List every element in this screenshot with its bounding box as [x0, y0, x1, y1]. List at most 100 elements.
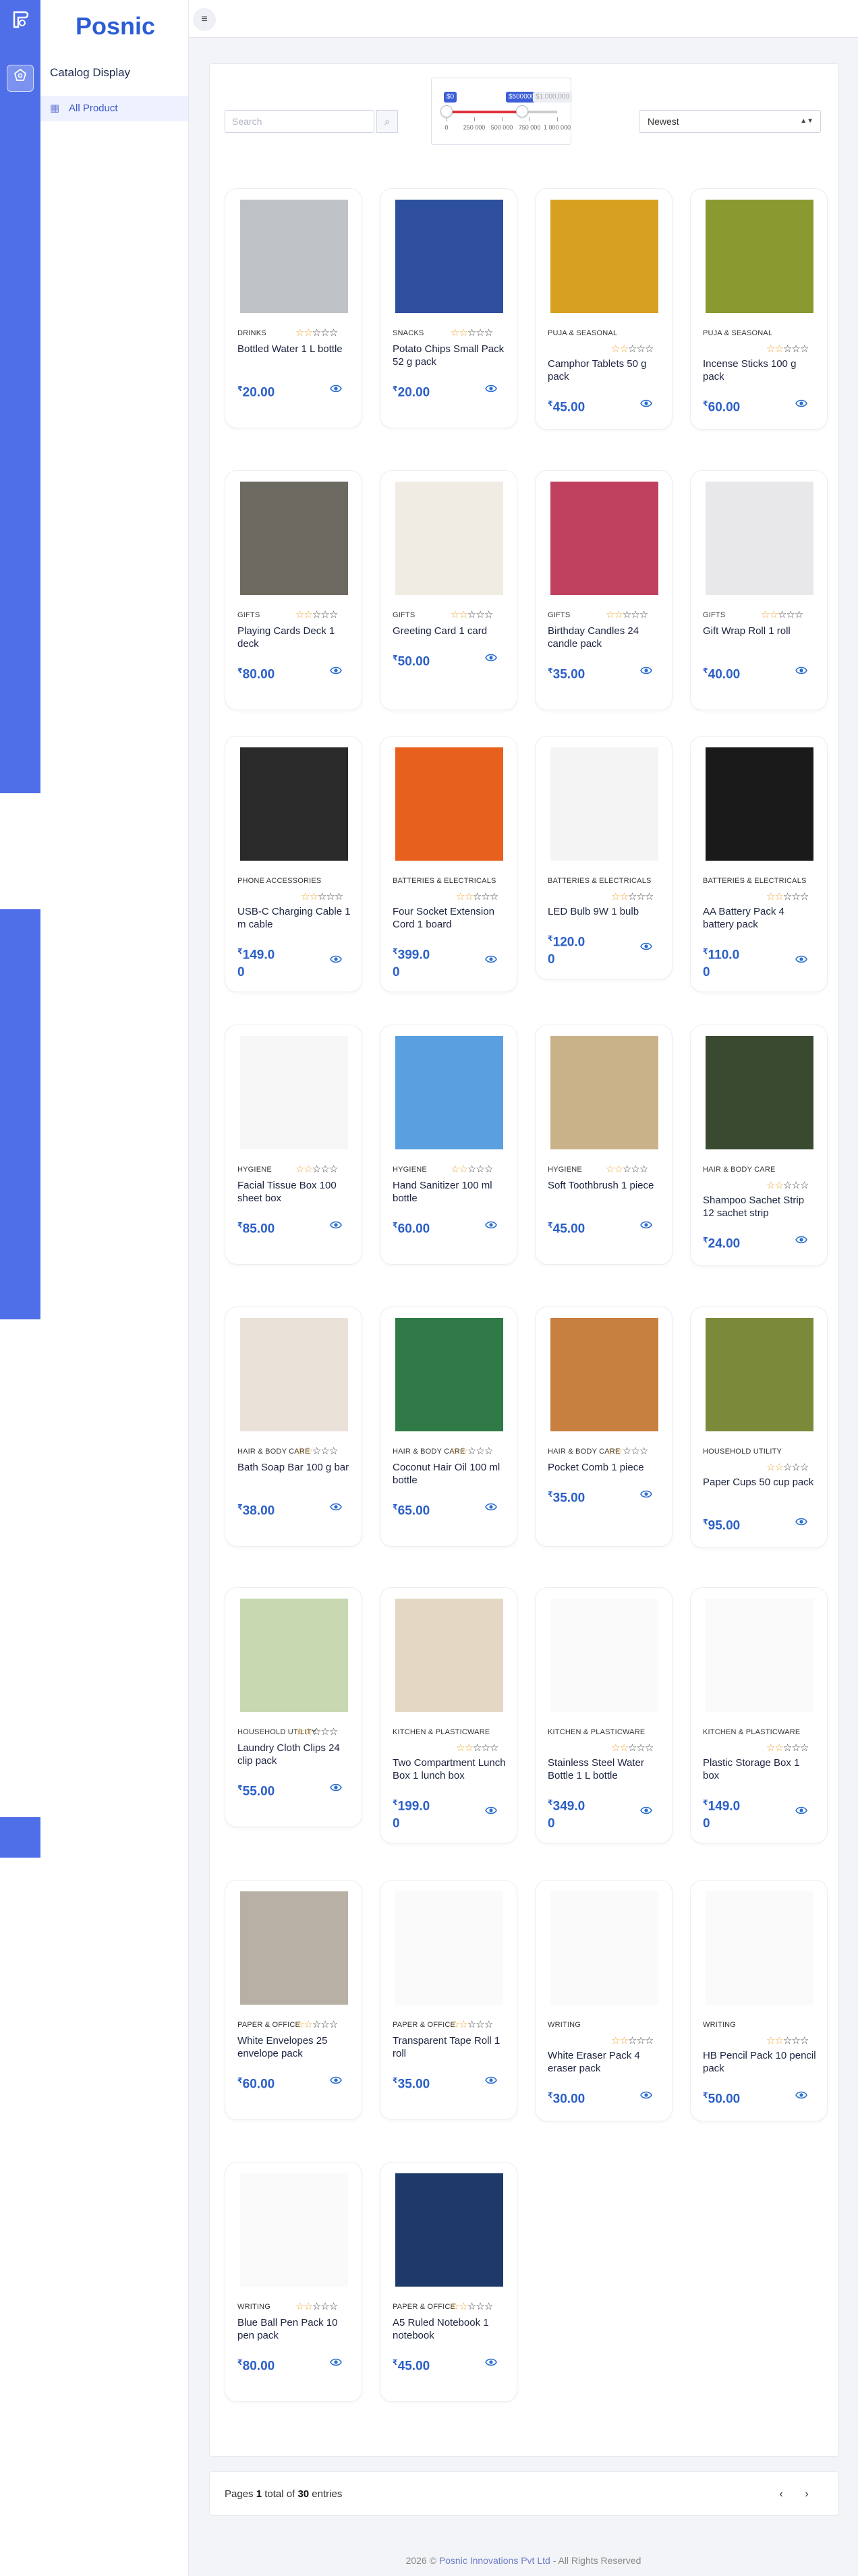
product-name[interactable]: Plastic Storage Box 1 box [703, 1756, 818, 1782]
view-eye-icon[interactable] [329, 954, 343, 967]
product-name[interactable]: Camphor Tablets 50 g pack [548, 357, 662, 383]
product-card[interactable]: WRITING ☆☆☆☆☆ White Eraser Pack 4 eraser p… [535, 1880, 673, 2121]
range-min-handle[interactable] [440, 105, 453, 117]
product-card[interactable]: GIFTS ☆☆☆☆☆ Greeting Card 1 card ₹50.00 [380, 470, 517, 710]
product-name[interactable]: Bath Soap Bar 100 g bar [237, 1461, 352, 1474]
footer-company-link[interactable]: Posnic Innovations Pvt Ltd [439, 2555, 550, 2566]
view-eye-icon[interactable] [795, 954, 808, 967]
view-eye-icon[interactable] [484, 1805, 498, 1819]
sidebar-item-all-product[interactable]: ▦ All Product [40, 96, 188, 121]
product-image[interactable] [240, 1599, 348, 1712]
search-icon[interactable]: ⌕ [376, 110, 398, 133]
product-image[interactable] [240, 747, 348, 861]
product-card[interactable]: KITCHEN & PLASTICWARE ☆☆☆☆☆ Two Compartmen… [380, 1587, 517, 1843]
product-name[interactable]: Playing Cards Deck 1 deck [237, 625, 352, 650]
product-name[interactable]: Bottled Water 1 L bottle [237, 343, 352, 355]
view-eye-icon[interactable] [484, 383, 498, 397]
product-card[interactable]: PAPER & OFFICE ☆☆☆☆☆ White Envelopes 25 en… [225, 1880, 362, 2120]
product-image[interactable] [395, 200, 503, 313]
product-image[interactable] [706, 1599, 813, 1712]
product-card[interactable]: HAIR & BODY CARE ☆☆☆☆☆ Bath Soap Bar 100 g… [225, 1307, 362, 1547]
view-eye-icon[interactable] [639, 1805, 653, 1819]
product-image[interactable] [550, 1891, 658, 2005]
product-card[interactable]: HYGIENE ☆☆☆☆☆ Soft Toothbrush 1 piece ₹45.0… [535, 1025, 673, 1265]
product-card[interactable]: GIFTS ☆☆☆☆☆ Playing Cards Deck 1 deck ₹80.0… [225, 470, 362, 710]
product-card[interactable]: HAIR & BODY CARE ☆☆☆☆☆ Coconut Hair Oil 10… [380, 1307, 517, 1547]
view-eye-icon[interactable] [795, 1234, 808, 1248]
view-eye-icon[interactable] [329, 1782, 343, 1796]
product-name[interactable]: A5 Ruled Notebook 1 notebook [393, 2316, 507, 2342]
product-card[interactable]: GIFTS ☆☆☆☆☆ Gift Wrap Roll 1 roll ₹40.00 [690, 470, 828, 710]
product-image[interactable] [550, 482, 658, 595]
view-eye-icon[interactable] [329, 383, 343, 397]
view-eye-icon[interactable] [484, 652, 498, 666]
view-eye-icon[interactable] [639, 1220, 653, 1233]
view-eye-icon[interactable] [795, 1516, 808, 1530]
product-image[interactable] [395, 1318, 503, 1431]
product-image[interactable] [550, 747, 658, 861]
product-image[interactable] [550, 1036, 658, 1149]
product-name[interactable]: Stainless Steel Water Bottle 1 L bottle [548, 1756, 662, 1782]
product-image[interactable] [395, 482, 503, 595]
app-logo-icon[interactable] [7, 8, 34, 35]
product-card[interactable]: BATTERIES & ELECTRICALS ☆☆☆☆☆ Four Socket … [380, 736, 517, 992]
prev-page-icon[interactable]: ‹ [774, 2487, 789, 2502]
product-card[interactable]: HYGIENE ☆☆☆☆☆ Facial Tissue Box 100 sheet … [225, 1025, 362, 1265]
product-name[interactable]: Shampoo Sachet Strip 12 sachet strip [703, 1194, 818, 1220]
product-card[interactable]: BATTERIES & ELECTRICALS ☆☆☆☆☆ AA Battery P… [690, 736, 828, 992]
product-card[interactable]: WRITING ☆☆☆☆☆ Blue Ball Pen Pack 10 pen pa… [225, 2162, 362, 2402]
view-eye-icon[interactable] [484, 1501, 498, 1515]
view-eye-icon[interactable] [329, 665, 343, 679]
product-image[interactable] [240, 1036, 348, 1149]
product-image[interactable] [550, 1599, 658, 1712]
product-card[interactable]: DRINKS ☆☆☆☆☆ Bottled Water 1 L bottle ₹20.0… [225, 188, 362, 428]
product-name[interactable]: Birthday Candles 24 candle pack [548, 625, 662, 650]
product-image[interactable] [395, 1036, 503, 1149]
product-card[interactable]: HAIR & BODY CARE ☆☆☆☆☆ Shampoo Sachet Stri… [690, 1025, 828, 1266]
product-name[interactable]: Coconut Hair Oil 100 ml bottle [393, 1461, 507, 1487]
brand-title[interactable]: Posnic [76, 12, 155, 40]
product-name[interactable]: Laundry Cloth Clips 24 clip pack [237, 1742, 352, 1767]
view-eye-icon[interactable] [795, 2090, 808, 2103]
product-name[interactable]: AA Battery Pack 4 battery pack [703, 905, 818, 931]
product-image[interactable] [395, 747, 503, 861]
product-name[interactable]: Hand Sanitizer 100 ml bottle [393, 1179, 507, 1205]
view-eye-icon[interactable] [795, 665, 808, 679]
view-eye-icon[interactable] [329, 2357, 343, 2370]
product-image[interactable] [706, 1318, 813, 1431]
product-image[interactable] [240, 1891, 348, 2005]
product-name[interactable]: Transparent Tape Roll 1 roll [393, 2034, 507, 2060]
view-eye-icon[interactable] [639, 665, 653, 679]
product-card[interactable]: SNACKS ☆☆☆☆☆ Potato Chips Small Pack 52 g … [380, 188, 517, 428]
product-name[interactable]: USB-C Charging Cable 1 m cable [237, 905, 352, 931]
product-card[interactable]: PAPER & OFFICE ☆☆☆☆☆ Transparent Tape Roll… [380, 1880, 517, 2120]
price-range-slider[interactable]: $0 $500000 $1,000,000 0 250 000 500 000 … [431, 78, 573, 145]
product-card[interactable]: HOUSEHOLD UTILITY ☆☆☆☆☆ Paper Cups 50 cup … [690, 1307, 828, 1548]
product-card[interactable]: KITCHEN & PLASTICWARE ☆☆☆☆☆ Stainless Stee… [535, 1587, 673, 1843]
product-name[interactable]: Facial Tissue Box 100 sheet box [237, 1179, 352, 1205]
product-card[interactable]: PHONE ACCESSORIES ☆☆☆☆☆ USB-C Charging Cab… [225, 736, 362, 992]
view-eye-icon[interactable] [639, 2090, 653, 2103]
product-image[interactable] [706, 747, 813, 861]
sort-select[interactable]: Newest ▲▼ [639, 110, 821, 133]
product-name[interactable]: LED Bulb 9W 1 bulb [548, 905, 662, 918]
product-image[interactable] [706, 200, 813, 313]
product-image[interactable] [240, 482, 348, 595]
product-name[interactable]: HB Pencil Pack 10 pencil pack [703, 2049, 818, 2075]
product-card[interactable]: HAIR & BODY CARE ☆☆☆☆☆ Pocket Comb 1 piece… [535, 1307, 673, 1547]
product-name[interactable]: White Eraser Pack 4 eraser pack [548, 2049, 662, 2075]
product-image[interactable] [550, 1318, 658, 1431]
product-name[interactable]: Pocket Comb 1 piece [548, 1461, 662, 1474]
catalog-module-icon[interactable] [7, 65, 34, 92]
view-eye-icon[interactable] [484, 1220, 498, 1233]
product-name[interactable]: Paper Cups 50 cup pack [703, 1476, 818, 1489]
product-card[interactable]: GIFTS ☆☆☆☆☆ Birthday Candles 24 candle pac… [535, 470, 673, 710]
menu-toggle-icon[interactable]: ≡ [193, 8, 216, 31]
product-image[interactable] [395, 2173, 503, 2287]
view-eye-icon[interactable] [484, 2357, 498, 2370]
product-card[interactable]: PUJA & SEASONAL ☆☆☆☆☆ Camphor Tablets 50 g… [535, 188, 673, 430]
product-image[interactable] [395, 1891, 503, 2005]
product-image[interactable] [550, 200, 658, 313]
view-eye-icon[interactable] [795, 398, 808, 411]
product-card[interactable]: PUJA & SEASONAL ☆☆☆☆☆ Incense Sticks 100 g… [690, 188, 828, 430]
